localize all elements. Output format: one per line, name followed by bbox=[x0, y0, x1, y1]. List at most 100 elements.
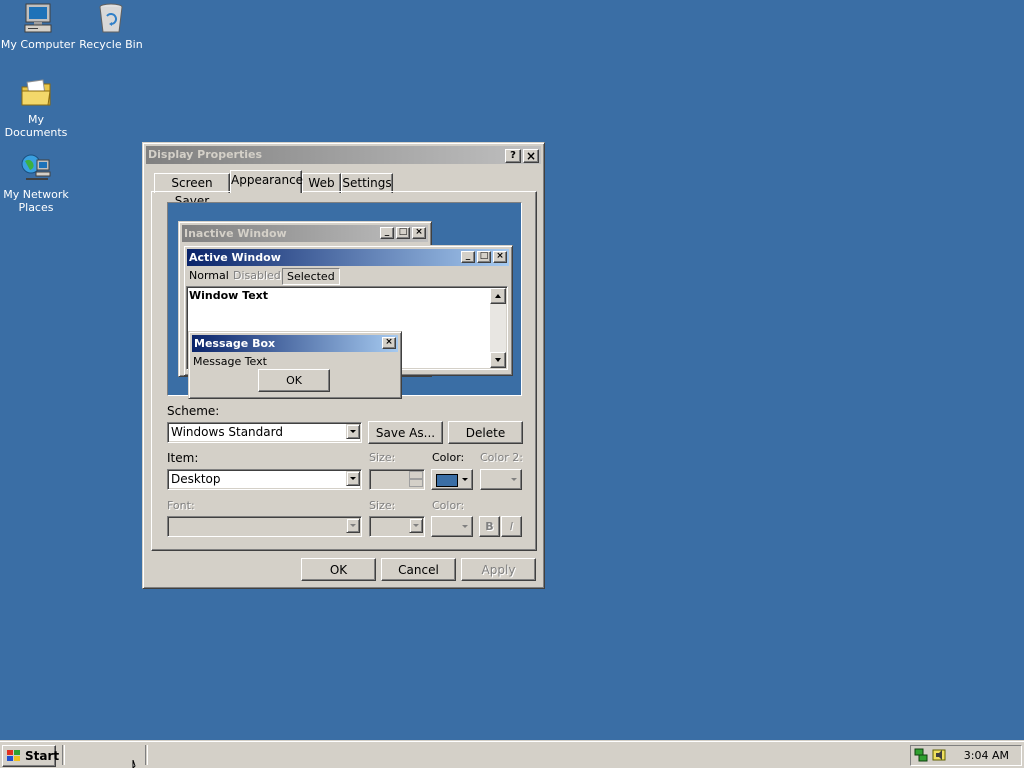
taskbar-separator bbox=[145, 745, 148, 765]
font-size-dropdown[interactable] bbox=[369, 516, 425, 537]
tab-screen-saver[interactable]: Screen Saver bbox=[154, 173, 230, 208]
chevron-down-icon bbox=[462, 525, 468, 528]
item-color-label: Color: bbox=[432, 451, 465, 464]
clock[interactable]: 3:04 AM bbox=[964, 749, 1009, 762]
desktop-icon-recycle-bin[interactable]: Recycle Bin bbox=[73, 2, 149, 51]
item-label: Item: bbox=[167, 451, 199, 465]
scroll-up-button[interactable] bbox=[490, 288, 506, 304]
bold-button[interactable]: B bbox=[479, 516, 500, 537]
item-color2-picker[interactable] bbox=[480, 469, 522, 490]
close-icon: × bbox=[382, 337, 396, 349]
tab-label: Web bbox=[308, 176, 335, 190]
mouse-cursor-icon bbox=[132, 760, 136, 768]
tab-label: Settings bbox=[342, 176, 392, 190]
network-icon bbox=[20, 152, 52, 184]
minimize-icon: _ bbox=[461, 251, 475, 263]
start-button[interactable]: Start bbox=[2, 745, 59, 767]
save-as-button[interactable]: Save As... bbox=[368, 421, 443, 444]
desktop-icon-label: My Network Places bbox=[3, 188, 69, 214]
desktop-icon-label: My Documents bbox=[4, 113, 68, 139]
apply-label: Apply bbox=[481, 562, 516, 577]
desktop-icon-my-documents[interactable]: My Documents bbox=[0, 77, 74, 139]
tab-label: Appearance bbox=[231, 173, 304, 187]
quick-launch-separator bbox=[62, 745, 65, 765]
scheme-label: Scheme: bbox=[167, 404, 220, 418]
font-color-picker[interactable] bbox=[431, 516, 473, 537]
bold-label: B bbox=[485, 520, 494, 533]
preview-active-title-bar: Active Window _ □ × bbox=[187, 249, 509, 266]
preview-scrollbar[interactable] bbox=[490, 288, 506, 368]
preview-message-box-title-bar: Message Box × bbox=[192, 335, 398, 352]
scheme-value: Windows Standard bbox=[171, 425, 283, 439]
windows-logo-icon bbox=[7, 750, 20, 761]
cancel-label: Cancel bbox=[398, 562, 439, 577]
dialog-title-bar[interactable]: Display Properties ? × bbox=[146, 146, 541, 164]
help-button[interactable]: ? bbox=[505, 149, 521, 163]
preview-menu-selected[interactable]: Selected bbox=[282, 268, 340, 285]
chevron-down-icon[interactable] bbox=[346, 424, 360, 439]
chevron-down-icon[interactable] bbox=[346, 471, 360, 486]
scheme-dropdown[interactable]: Windows Standard bbox=[167, 422, 362, 443]
font-dropdown[interactable] bbox=[167, 516, 362, 537]
maximize-icon: □ bbox=[396, 227, 410, 239]
my-computer-icon bbox=[22, 2, 54, 34]
preview-ok-label: OK bbox=[286, 374, 302, 387]
item-size-spinner[interactable] bbox=[369, 469, 425, 490]
folder-icon bbox=[20, 77, 52, 109]
font-color-label: Color: bbox=[432, 499, 465, 512]
preview-menu-disabled[interactable]: Disabled bbox=[233, 267, 281, 285]
dialog-title: Display Properties bbox=[148, 148, 263, 161]
maximize-icon: □ bbox=[477, 251, 491, 263]
help-icon: ? bbox=[510, 150, 516, 161]
item-value: Desktop bbox=[171, 472, 221, 486]
italic-button[interactable]: I bbox=[501, 516, 522, 537]
chevron-down-icon bbox=[511, 478, 517, 481]
delete-button[interactable]: Delete bbox=[448, 421, 523, 444]
chevron-down-icon bbox=[462, 478, 468, 481]
close-icon: × bbox=[493, 251, 507, 263]
tab-web[interactable]: Web bbox=[302, 173, 341, 193]
ok-label: OK bbox=[329, 562, 348, 577]
network-status-icon[interactable] bbox=[913, 747, 929, 763]
spinner-up-icon[interactable] bbox=[409, 471, 423, 479]
display-properties-dialog: Display Properties ? × Screen Saver Appe… bbox=[142, 142, 545, 589]
item-size-label: Size: bbox=[369, 451, 396, 464]
preview-message-box[interactable]: Message Box × Message Text OK bbox=[188, 331, 402, 399]
chevron-down-icon[interactable] bbox=[409, 518, 423, 533]
item-color2-label: Color 2: bbox=[480, 451, 523, 464]
close-icon: × bbox=[525, 149, 537, 163]
item-dropdown[interactable]: Desktop bbox=[167, 469, 362, 490]
tab-settings[interactable]: Settings bbox=[341, 173, 393, 193]
close-button[interactable]: × bbox=[523, 149, 539, 163]
desktop-icon-label: Recycle Bin bbox=[79, 38, 143, 51]
system-tray: 3:04 AM bbox=[910, 745, 1022, 766]
preview-window-text: Window Text bbox=[189, 289, 269, 302]
preview-menu-normal[interactable]: Normal bbox=[189, 267, 229, 285]
font-size-label: Size: bbox=[369, 499, 396, 512]
scroll-down-button[interactable] bbox=[490, 352, 506, 368]
appearance-preview: Inactive Window _ □ × Active Window _ □ … bbox=[167, 202, 522, 399]
item-color-picker[interactable] bbox=[431, 469, 473, 490]
preview-ok-button[interactable]: OK bbox=[258, 369, 330, 392]
spinner-down-icon[interactable] bbox=[409, 479, 423, 487]
preview-message-text: Message Text bbox=[193, 355, 267, 368]
preview-menu-bar: Normal Disabled Selected bbox=[187, 267, 509, 285]
desktop-icon-my-network-places[interactable]: My Network Places bbox=[0, 152, 74, 214]
preview-active-title: Active Window bbox=[189, 251, 281, 264]
desktop-icon-my-computer[interactable]: My Computer bbox=[0, 2, 76, 51]
color-swatch bbox=[436, 474, 458, 487]
preview-inactive-title-bar: Inactive Window _ □ × bbox=[182, 225, 428, 242]
tab-appearance[interactable]: Appearance bbox=[230, 170, 304, 193]
arrow-down-icon bbox=[495, 358, 501, 362]
ok-button[interactable]: OK bbox=[301, 558, 376, 581]
save-as-label: Save As... bbox=[375, 425, 436, 440]
volume-icon[interactable] bbox=[931, 747, 947, 763]
cancel-button[interactable]: Cancel bbox=[381, 558, 456, 581]
taskbar: Start 3:04 AM bbox=[0, 740, 1024, 768]
italic-label: I bbox=[509, 520, 514, 533]
apply-button[interactable]: Apply bbox=[461, 558, 536, 581]
chevron-down-icon[interactable] bbox=[346, 518, 360, 533]
preview-inactive-title: Inactive Window bbox=[184, 227, 287, 240]
minimize-icon: _ bbox=[380, 227, 394, 239]
font-label: Font: bbox=[167, 499, 195, 512]
